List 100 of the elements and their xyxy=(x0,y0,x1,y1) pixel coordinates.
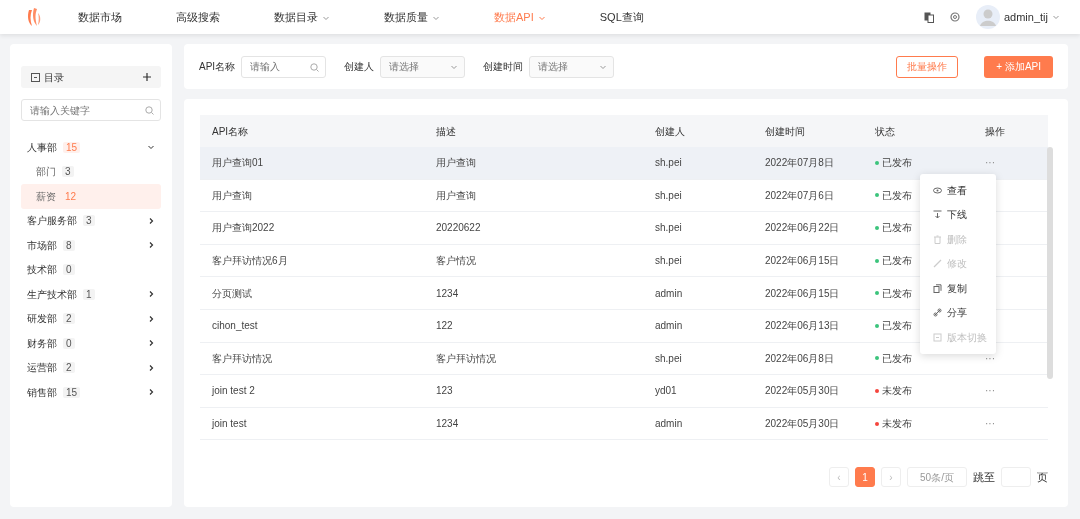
chevron-right-icon[interactable] xyxy=(147,241,155,250)
tree-item[interactable]: 技术部 0 xyxy=(21,257,161,282)
catalog-title: 目录 xyxy=(44,70,64,85)
table-cell: 用户查询2022 xyxy=(200,212,424,245)
tree-item[interactable]: 部门 3 xyxy=(21,159,161,184)
filter-label: 创建人 xyxy=(344,60,375,74)
avatar-icon xyxy=(975,5,1000,29)
table-cell: 客户拜访情况 xyxy=(424,342,643,376)
tree-item[interactable]: 薪资 12 xyxy=(21,184,161,209)
search-field[interactable]: 请输入 xyxy=(241,55,327,78)
table-cell: 20220622 xyxy=(424,212,643,245)
table-cell: sh.pei xyxy=(643,342,753,376)
tree-item[interactable]: 研发部 2 xyxy=(21,306,161,331)
select-field[interactable]: 请选择 xyxy=(529,55,615,78)
count-badge: 0 xyxy=(63,264,75,276)
tree-item[interactable]: 人事部 15 xyxy=(21,135,161,160)
table-cell: 2022年06月15日 xyxy=(753,277,863,310)
link-icon xyxy=(933,308,942,318)
square-icon xyxy=(933,332,942,342)
count-badge: 0 xyxy=(63,337,75,349)
table-cell: 2022年07月8日 xyxy=(753,147,863,180)
chevron-right-icon[interactable] xyxy=(147,339,155,348)
table-cell: 用户查询01 xyxy=(200,147,424,180)
table-cell: join test xyxy=(200,407,424,441)
more-button[interactable]: ··· xyxy=(985,350,995,366)
status-label: 未发布 xyxy=(882,384,912,399)
nav-menu-item[interactable]: SQL查询 xyxy=(599,8,644,26)
table-cell: 2022年06月13日 xyxy=(753,309,863,343)
table-cell: 123 xyxy=(424,375,643,408)
count-badge: 2 xyxy=(63,313,75,325)
nav-menu-item[interactable]: 数据市场 xyxy=(78,8,122,26)
chevron-down-icon xyxy=(1052,13,1060,21)
tree-item[interactable]: 销售部 15 xyxy=(21,380,161,405)
nav-menu-item[interactable]: 高级搜索 xyxy=(176,8,220,26)
nav-menu-item[interactable]: 数据目录 xyxy=(274,8,330,26)
tree-item[interactable]: 客户服务部 3 xyxy=(21,208,161,233)
status-label: 已发布 xyxy=(882,319,912,334)
status-label: 已发布 xyxy=(882,188,912,203)
menu-item[interactable]: 查看 xyxy=(920,178,996,203)
chevron-down-icon[interactable] xyxy=(147,143,155,152)
menu-item[interactable]: 下线 xyxy=(920,202,996,227)
copy-icon xyxy=(933,283,942,293)
table-cell: 2022年07月6日 xyxy=(753,179,863,213)
pencil-icon xyxy=(933,259,942,269)
column-header: 操作 xyxy=(973,115,1048,147)
tree-item[interactable]: 市场部 8 xyxy=(21,233,161,258)
table-cell: 客户拜访情况6月 xyxy=(200,244,424,278)
table-cell: sh.pei xyxy=(643,147,753,180)
count-badge: 15 xyxy=(63,141,81,153)
chevron-right-icon[interactable] xyxy=(147,314,155,323)
table-cell: 1234 xyxy=(424,277,643,310)
more-button[interactable]: ··· xyxy=(985,416,995,432)
eye-icon xyxy=(933,185,942,195)
user-name[interactable]: admin_tij xyxy=(1003,8,1048,26)
status-label: 已发布 xyxy=(882,156,912,171)
table-cell: join test 2 xyxy=(200,375,424,408)
search-field[interactable]: 请输入关键字 xyxy=(21,99,161,121)
chevron-right-icon[interactable] xyxy=(147,290,155,299)
tree-item[interactable]: 生产技术部 1 xyxy=(21,282,161,307)
column-header: 状态 xyxy=(863,115,973,147)
chevron-right-icon[interactable] xyxy=(147,388,155,397)
status-label: 已发布 xyxy=(882,254,912,269)
status-label: 已发布 xyxy=(882,221,912,236)
tree-item[interactable]: 财务部 0 xyxy=(21,331,161,356)
table-cell: admin xyxy=(643,309,753,343)
menu-item[interactable]: 复制 xyxy=(920,276,996,301)
nav-menu-item[interactable]: 数据质量 xyxy=(384,8,440,26)
column-header: 描述 xyxy=(424,115,643,147)
count-badge: 2 xyxy=(63,362,75,374)
count-badge: 3 xyxy=(83,215,95,227)
chevron-right-icon[interactable] xyxy=(147,363,155,372)
jump-label: 跳至 xyxy=(973,469,995,485)
logo-icon xyxy=(26,7,42,27)
settings-icon[interactable] xyxy=(949,12,960,22)
trash-icon xyxy=(933,234,942,244)
chevron-right-icon[interactable] xyxy=(147,216,155,225)
table-cell: 122 xyxy=(424,309,643,343)
menu-item[interactable]: 分享 xyxy=(920,300,996,325)
more-button[interactable]: ··· xyxy=(985,383,995,399)
catalog-icon xyxy=(31,72,40,82)
download-icon xyxy=(933,210,942,220)
select-field[interactable]: 请选择 xyxy=(380,55,466,78)
table-cell: 客户情况 xyxy=(424,244,643,278)
table-cell: admin xyxy=(643,407,753,441)
column-header: API名称 xyxy=(200,115,424,147)
tree-item[interactable]: 运营部 2 xyxy=(21,355,161,380)
table-cell: yd01 xyxy=(643,375,753,408)
table-cell: sh.pei xyxy=(643,179,753,213)
count-badge: 1 xyxy=(83,288,95,300)
table-cell: 客户拜访情况 xyxy=(200,342,424,376)
table-cell: 分页测试 xyxy=(200,277,424,310)
table-cell: 1234 xyxy=(424,407,643,441)
filter-label: 创建时间 xyxy=(483,60,524,74)
scrollbar[interactable] xyxy=(1047,147,1053,379)
plus-icon[interactable] xyxy=(143,73,151,81)
status-label: 已发布 xyxy=(882,351,912,366)
column-header: 创建时间 xyxy=(753,115,863,147)
table-cell: 2022年05月30日 xyxy=(753,375,863,408)
table-cell: 2022年06月8日 xyxy=(753,342,863,376)
table-cell: 用户查询 xyxy=(424,147,643,180)
